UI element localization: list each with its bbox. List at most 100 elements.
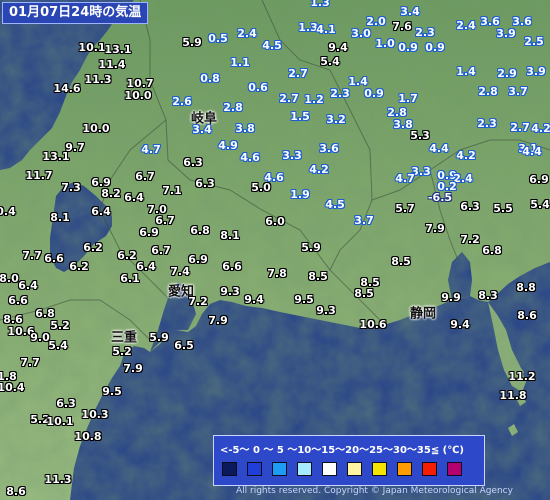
- temperature-label: 8.1: [220, 229, 240, 242]
- temperature-label: 5.9: [182, 36, 202, 49]
- temperature-label: 5.2: [50, 319, 70, 332]
- temperature-label: 3.4: [192, 123, 212, 136]
- temperature-label: 6.6: [44, 252, 64, 265]
- temperature-label: 6.4: [91, 205, 111, 218]
- temperature-label: 6.4: [18, 279, 38, 292]
- temperature-label: 2.5: [524, 35, 544, 48]
- temperature-label: 13.1: [104, 43, 132, 56]
- temperature-label: 7.4: [170, 265, 190, 278]
- temperature-label: 2.4: [237, 27, 257, 40]
- temperature-label: 5.4: [530, 198, 550, 211]
- temperature-label: 8.6: [517, 309, 537, 322]
- temperature-label: 6.2: [83, 241, 103, 254]
- temperature-label: 4.5: [325, 198, 345, 211]
- temperature-label: 7.9: [123, 362, 143, 375]
- temperature-label: 6.3: [56, 397, 76, 410]
- temperature-label: 10.1: [78, 41, 106, 54]
- temperature-label: 2.4: [456, 19, 476, 32]
- temperature-label: 7.8: [267, 267, 287, 280]
- temperature-label: 9.5: [294, 293, 314, 306]
- temperature-label: 7.9: [208, 314, 228, 327]
- temperature-label: 10.0: [82, 122, 110, 135]
- temperature-label: 2.6: [172, 95, 192, 108]
- temperature-label: 3.7: [508, 85, 528, 98]
- temperature-label: 6.7: [151, 244, 171, 257]
- temperature-label: 11.8: [499, 389, 527, 402]
- temperature-label: 8.5: [391, 255, 411, 268]
- temperature-label: 3.6: [512, 15, 532, 28]
- temperature-label: 9.4: [450, 318, 470, 331]
- temperature-label: 0.8: [200, 72, 220, 85]
- prefecture-label-shizuoka: 静岡: [409, 306, 437, 322]
- temperature-label: 5.9: [149, 331, 169, 344]
- legend-swatch: [222, 462, 237, 476]
- temperature-label: 6.1: [120, 272, 140, 285]
- temperature-label: 9.0: [30, 331, 50, 344]
- temperature-label: 2.3: [330, 87, 350, 100]
- temperature-label: 4.1: [316, 23, 336, 36]
- legend-swatch: [422, 462, 437, 476]
- temperature-label: 1.7: [398, 92, 418, 105]
- temperature-label: 3.3: [282, 149, 302, 162]
- legend-swatch: [397, 462, 412, 476]
- temperature-label: 7.9: [425, 222, 445, 235]
- temperature-label: 0.9: [425, 41, 445, 54]
- temperature-label: 8.5: [308, 270, 328, 283]
- legend-panel: <-5〜 0 〜 5 〜10〜15〜20〜25〜30〜35≦ (℃): [213, 435, 485, 486]
- temperature-label: 10.1: [46, 415, 74, 428]
- temperature-label: 6.8: [190, 224, 210, 237]
- temperature-label: 11.2: [508, 370, 536, 383]
- temperature-label: 8.8: [516, 281, 536, 294]
- temperature-label: 3.8: [235, 122, 255, 135]
- temperature-label: 7.1: [162, 184, 182, 197]
- temperature-label: 2.8: [478, 85, 498, 98]
- temperature-label: 1.0: [375, 37, 395, 50]
- temperature-label: 3.6: [319, 142, 339, 155]
- temperature-label: 1.2: [304, 93, 324, 106]
- temperature-label: 5.4: [48, 339, 68, 352]
- temperature-label: 8.0: [0, 272, 19, 285]
- temperature-label: 4.4: [429, 142, 449, 155]
- temperature-label: 4.2: [531, 122, 550, 135]
- temperature-label: 4.2: [309, 163, 329, 176]
- temperature-label: 1.4: [456, 65, 476, 78]
- temperature-label: 4.5: [262, 39, 282, 52]
- temperature-label: 0.4: [0, 205, 16, 218]
- temperature-label: 5.0: [251, 181, 271, 194]
- temperature-label: 6.9: [139, 226, 159, 239]
- temperature-label: 10.4: [0, 381, 25, 394]
- temperature-label: 2.3: [415, 26, 435, 39]
- temperature-label: 6.0: [265, 215, 285, 228]
- temperature-label: 1.3: [298, 21, 318, 34]
- temperature-label: 3.9: [526, 65, 546, 78]
- temperature-label: 4.4: [522, 145, 542, 158]
- temperature-label: 14.6: [53, 82, 81, 95]
- temperature-label: 7.2: [188, 295, 208, 308]
- temperature-label: 6.8: [482, 244, 502, 257]
- temperature-label: 1.5: [290, 110, 310, 123]
- legend-swatches: [222, 462, 472, 476]
- temperature-label: 7.7: [20, 356, 40, 369]
- temperature-label: 10.6: [359, 318, 387, 331]
- legend-range-text: <-5〜 0 〜 5 〜10〜15〜20〜25〜30〜35≦ (℃): [220, 445, 464, 456]
- temperature-label: 5.7: [395, 202, 415, 215]
- temperature-label: -6.5: [427, 191, 453, 204]
- legend-swatch: [347, 462, 362, 476]
- temperature-label: 0.6: [248, 81, 268, 94]
- temperature-label: 1.3: [310, 0, 330, 9]
- temperature-label: 3.9: [496, 27, 516, 40]
- temperature-label: 6.6: [222, 260, 242, 273]
- temperature-label: 2.7: [279, 92, 299, 105]
- temperature-label: 10.3: [81, 408, 109, 421]
- temperature-label: 7.6: [392, 20, 412, 33]
- temperature-label: 11.7: [25, 169, 53, 182]
- legend-swatch: [447, 462, 462, 476]
- map-title: 01月07日24時の気温: [2, 2, 149, 24]
- temperature-label: 6.7: [135, 170, 155, 183]
- copyright-text: All rights reserved. Copyright © Japan M…: [236, 486, 513, 496]
- temperature-label: 6.2: [117, 249, 137, 262]
- temperature-label: 6.5: [174, 339, 194, 352]
- temperature-map: 01月07日24時の気温 岐阜 愛知 三重 静岡 1.3 2.0 7.6 3.4 2.4…: [0, 0, 550, 500]
- temperature-label: 5.4: [320, 55, 340, 68]
- temperature-label: 5.9: [301, 241, 321, 254]
